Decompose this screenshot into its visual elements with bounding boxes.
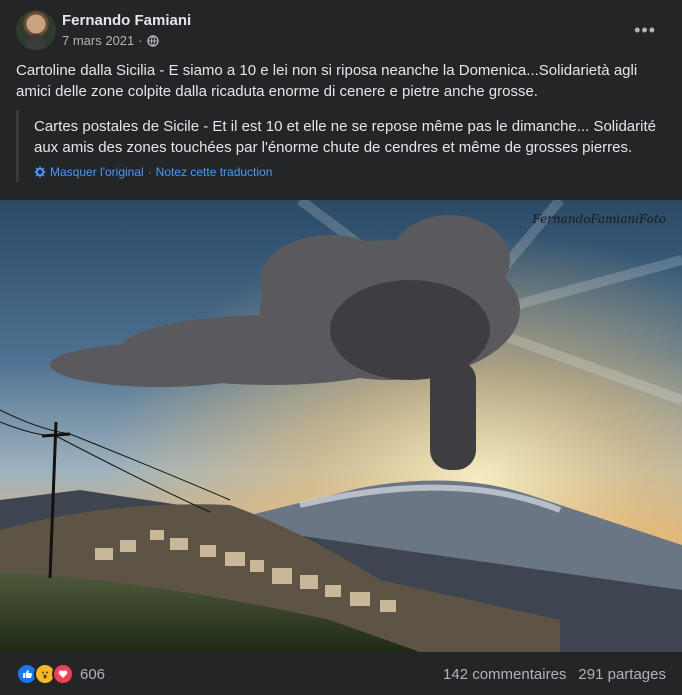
rate-translation-link[interactable]: Notez cette traduction <box>156 165 273 179</box>
volcano-photo <box>0 200 682 652</box>
post-card: Fernando Famiani 7 mars 2021 · ••• Carto… <box>0 0 682 695</box>
meta-separator: · <box>138 33 143 48</box>
post-meta: 7 mars 2021 · <box>62 33 191 48</box>
shares-count[interactable]: 291 partages <box>578 666 666 683</box>
globe-icon[interactable] <box>146 34 159 47</box>
translation-block: Cartes postales de Sicile - Et il est 10… <box>16 110 666 182</box>
post-text: Cartoline dalla Sicilia - E siamo a 10 e… <box>16 62 638 100</box>
translation-text: Cartes postales de Sicile - Et il est 10… <box>34 118 656 156</box>
reaction-count[interactable]: 606 <box>80 666 105 683</box>
post-header: Fernando Famiani 7 mars 2021 · <box>16 10 191 50</box>
love-icon <box>52 663 74 685</box>
author-block: Fernando Famiani 7 mars 2021 · <box>62 12 191 48</box>
post-photo[interactable]: FernandoFamianiFoto <box>0 200 682 652</box>
avatar[interactable] <box>16 10 56 50</box>
translation-links: Masquer l'original · Notez cette traduct… <box>34 165 666 179</box>
engagement-stats: 142 commentaires 291 partages <box>443 666 666 683</box>
photo-watermark: FernandoFamianiFoto <box>532 212 666 226</box>
more-horizontal-icon[interactable]: ••• <box>634 20 656 41</box>
comments-count[interactable]: 142 commentaires <box>443 666 566 683</box>
link-separator: · <box>147 165 152 179</box>
gear-icon <box>34 166 46 178</box>
post-date[interactable]: 7 mars 2021 <box>62 33 134 48</box>
reactions[interactable]: 606 <box>16 663 105 685</box>
author-name[interactable]: Fernando Famiani <box>62 12 191 29</box>
post-footer: 606 142 commentaires 291 partages <box>16 662 666 686</box>
hide-original-link[interactable]: Masquer l'original <box>50 165 144 179</box>
